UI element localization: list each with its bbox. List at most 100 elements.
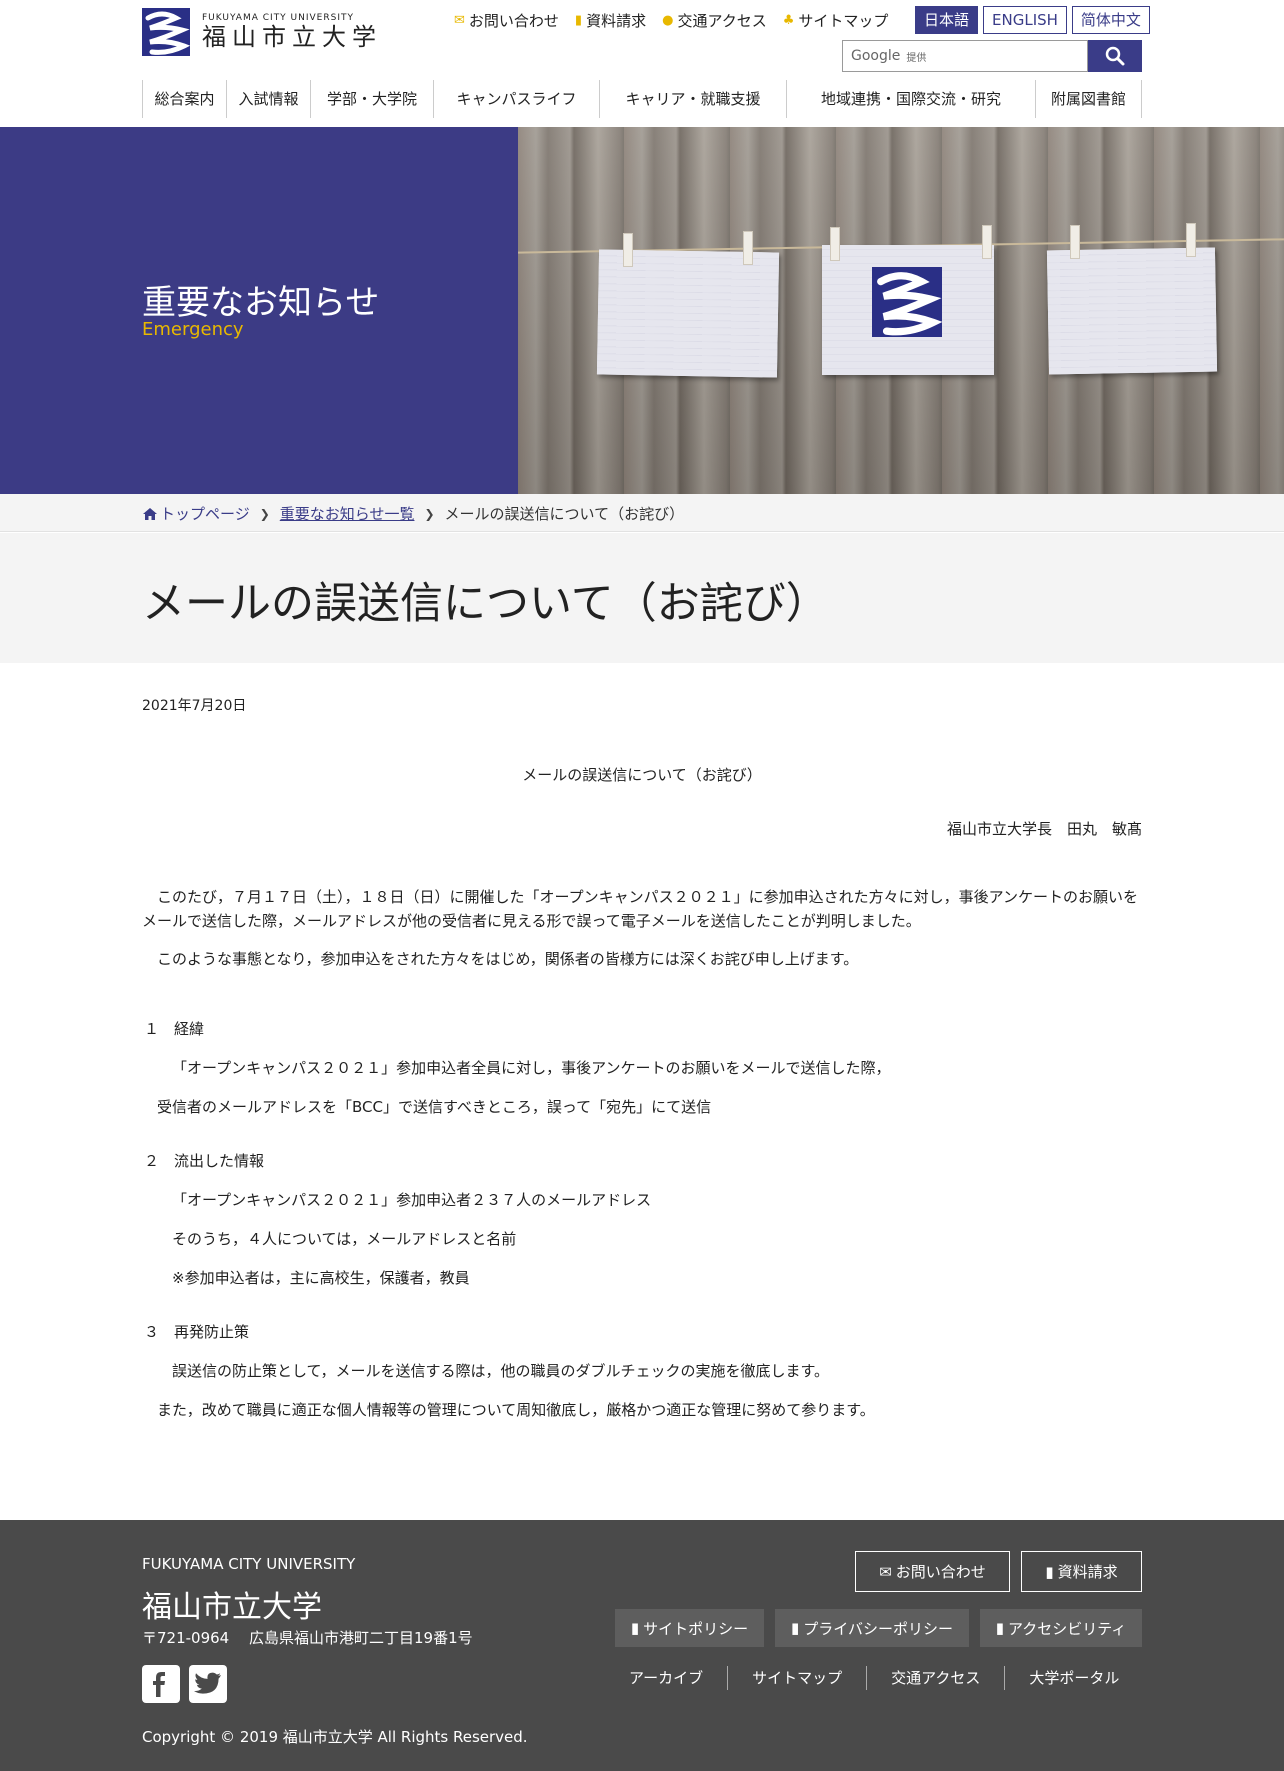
twitter-icon[interactable] [189, 1665, 227, 1703]
google-provided: 提供 [906, 52, 927, 64]
envelope-icon: ✉ [454, 13, 465, 28]
nav-item-campus-life[interactable]: キャンパスライフ [433, 80, 599, 118]
logo-english-text: FUKUYAMA CITY UNIVERSITY [202, 13, 354, 23]
nav-item-regional[interactable]: 地域連携・国際交流・研究 [786, 80, 1035, 118]
section-text: 誤送信の防止策として，メールを送信する際は，他の職員のダブルチェックの実施を徹底… [172, 1362, 830, 1380]
page: FUKUYAMA CITY UNIVERSITY 福山市立大学 ✉ お問い合わせ … [0, 0, 1284, 1771]
footer-link-access[interactable]: 交通アクセス [866, 1666, 1004, 1690]
section-heading: ３ 再発防止策 [144, 1323, 250, 1341]
footer-contact-button[interactable]: ✉ お問い合わせ [855, 1551, 1010, 1592]
document-title: メールの誤送信について（お詫び） [522, 766, 762, 784]
hero-title-panel: 重要なお知らせ Emergency [0, 127, 518, 494]
footer-link-sitemap[interactable]: サイトマップ [727, 1666, 866, 1690]
nav-item-career[interactable]: キャリア・就職支援 [599, 80, 786, 118]
hero-subtitle: Emergency [142, 319, 244, 340]
section-text: ※参加申込者は，主に高校生，保護者，教員 [172, 1269, 470, 1287]
util-link-request[interactable]: ▮ 資料請求 [575, 10, 646, 31]
site-policy-button[interactable]: ▮ サイトポリシー [615, 1609, 764, 1647]
site-search: Google 提供 [842, 40, 1142, 72]
accessibility-label: アクセシビリティ [1007, 1619, 1127, 1638]
footer-request-button[interactable]: ▮ 資料請求 [1021, 1551, 1142, 1592]
accessibility-button[interactable]: ▮ アクセシビリティ [980, 1609, 1142, 1647]
site-policy-label: サイトポリシー [643, 1619, 749, 1638]
clipboard-icon: ▮ [995, 1619, 1004, 1637]
document-icon: ▮ [574, 13, 583, 28]
university-logo[interactable]: FUKUYAMA CITY UNIVERSITY 福山市立大学 [142, 8, 387, 56]
clothespin [623, 233, 633, 267]
google-brand: Google [851, 48, 901, 64]
document-icon: ▮ [791, 1619, 800, 1637]
search-input[interactable]: Google 提供 [842, 40, 1088, 72]
document-icon: ▮ [630, 1619, 640, 1637]
copyright: Copyright © 2019 福山市立大学 All Rights Reser… [142, 1728, 528, 1746]
privacy-policy-label: プライバシーポリシー [803, 1619, 953, 1638]
paragraph-apology: このような事態となり，参加申込をされた方々をはじめ，関係者の皆様方には深くお詫び… [157, 950, 859, 968]
util-link-label: 交通アクセス [677, 12, 767, 30]
lang-english[interactable]: ENGLISH [983, 6, 1067, 34]
clothespin [743, 231, 753, 265]
hero-title: 重要なお知らせ [142, 283, 380, 323]
util-link-contact[interactable]: ✉ お問い合わせ [454, 10, 559, 31]
footer-link-portal[interactable]: 大学ポータル [1004, 1666, 1143, 1690]
hero-image [518, 127, 1284, 494]
nav-item-overview[interactable]: 総合案内 [142, 80, 226, 118]
footer-contact-label: お問い合わせ [895, 1563, 986, 1581]
envelope-icon: ✉ [879, 1562, 892, 1581]
hanging-card [596, 249, 780, 378]
util-link-label: お問い合わせ [468, 12, 559, 30]
breadcrumb-bar: トップページ ❯ 重要なお知らせ一覧 ❯ メールの誤送信について（お詫び） [0, 494, 1284, 532]
title-bar: メールの誤送信について（お詫び） [0, 533, 1284, 663]
lang-japanese[interactable]: 日本語 [915, 6, 979, 34]
clothespin [830, 227, 840, 261]
section-heading: ２ 流出した情報 [144, 1152, 265, 1170]
home-icon [143, 507, 157, 520]
hanging-card [1046, 247, 1218, 375]
facebook-icon[interactable] [142, 1665, 180, 1703]
footer-address: 〒721-0964 広島県福山市港町二丁目19番1号 [142, 1629, 473, 1647]
footer-name-en: FUKUYAMA CITY UNIVERSITY [142, 1555, 356, 1573]
paragraph-intro: このたび，７月１７日（土），１８日（日）に開催した「オープンキャンパス２０２１」… [142, 888, 1139, 930]
util-link-label: サイトマップ [798, 12, 889, 30]
hero-banner: 重要なお知らせ Emergency [0, 127, 1284, 494]
section-text: また，改めて職員に適正な個人情報等の管理について周知徹底し，厳格かつ適正な管理に… [157, 1401, 875, 1419]
breadcrumb: トップページ ❯ 重要なお知らせ一覧 ❯ メールの誤送信について（お詫び） [142, 503, 684, 524]
util-link-sitemap[interactable]: ♣ サイトマップ [783, 10, 889, 31]
card-logo-icon [872, 267, 943, 337]
clothespin [1070, 225, 1080, 259]
footer-request-label: 資料請求 [1057, 1563, 1118, 1581]
section-text: 「オープンキャンパス２０２１」参加申込者２３７人のメールアドレス [172, 1191, 652, 1209]
site-footer: FUKUYAMA CITY UNIVERSITY 福山市立大学 〒721-096… [0, 1520, 1284, 1771]
util-link-label: 資料請求 [586, 12, 647, 30]
hanging-card [822, 245, 994, 375]
footer-name-jp: 福山市立大学 [142, 1590, 322, 1625]
section-text: 「オープンキャンパス２０２１」参加申込者全員に対し，事後アンケートのお願いをメー… [172, 1059, 891, 1077]
logo-japanese-text: 福山市立大学 [202, 23, 382, 51]
lang-chinese[interactable]: 简体中文 [1071, 6, 1150, 34]
section-text: 受信者のメールアドレスを「BCC」で送信すべきところ，誤って「宛先」にて送信 [157, 1098, 712, 1116]
global-nav: 総合案内 入試情報 学部・大学院 キャンパスライフ キャリア・就職支援 地域連携… [142, 80, 1142, 118]
signer: 福山市立大学長 田丸 敏髙 [946, 820, 1142, 838]
site-header: FUKUYAMA CITY UNIVERSITY 福山市立大学 ✉ お問い合わせ … [0, 0, 1284, 127]
util-link-access[interactable]: ● 交通アクセス [662, 10, 767, 31]
nav-item-faculties[interactable]: 学部・大学院 [310, 80, 433, 118]
utility-links: ✉ お問い合わせ ▮ 資料請求 ● 交通アクセス ♣ サイトマップ [454, 10, 888, 31]
chevron-right-icon: ❯ [259, 506, 270, 521]
breadcrumb-home[interactable]: トップページ [160, 503, 250, 524]
chevron-right-icon: ❯ [424, 506, 435, 521]
document-icon: ▮ [1045, 1562, 1054, 1581]
section-text: そのうち，４人については，メールアドレスと名前 [172, 1230, 517, 1248]
language-switcher: 日本語 ENGLISH 简体中文 [915, 6, 1150, 34]
clothespin [982, 225, 992, 259]
search-button[interactable] [1088, 40, 1142, 72]
privacy-policy-button[interactable]: ▮ プライバシーポリシー [775, 1609, 969, 1647]
footer-links: アーカイブ サイトマップ 交通アクセス 大学ポータル [605, 1666, 1143, 1690]
footer-link-archive[interactable]: アーカイブ [605, 1666, 727, 1690]
search-icon [1105, 46, 1125, 66]
article-date: 2021年7月20日 [142, 698, 247, 714]
nav-item-library[interactable]: 附属図書館 [1035, 80, 1142, 118]
breadcrumb-current: メールの誤送信について（お詫び） [444, 505, 685, 523]
breadcrumb-list[interactable]: 重要なお知らせ一覧 [280, 503, 415, 524]
nav-item-admissions[interactable]: 入試情報 [226, 80, 310, 118]
social-links [142, 1665, 227, 1703]
sitemap-icon: ♣ [782, 13, 795, 28]
